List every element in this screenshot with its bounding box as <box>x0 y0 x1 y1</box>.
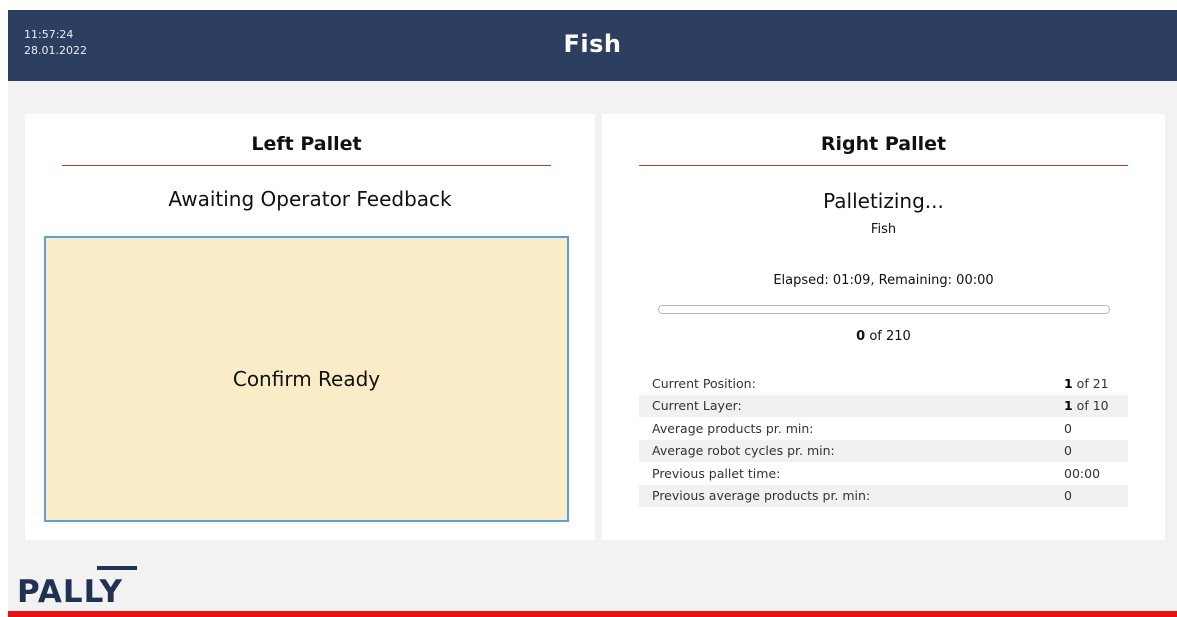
stat-label: Current Layer: <box>652 398 742 414</box>
stat-label: Average robot cycles pr. min: <box>652 443 835 459</box>
stat-row: Current Layer: 1 of 10 <box>639 394 1128 417</box>
header-bar: 11:57:24 28.01.2022 Fish <box>8 10 1177 81</box>
stat-value: 1 of 21 <box>1064 375 1109 391</box>
count-done: 0 <box>856 329 866 344</box>
stat-label: Current Position: <box>652 375 756 391</box>
product-name: Fish <box>870 222 897 237</box>
stat-label: Previous average products pr. min: <box>652 488 871 504</box>
stats-table: Current Position: 1 of 21 Current Layer:… <box>639 372 1128 507</box>
stat-value: 0 <box>1064 488 1072 504</box>
stat-value: 1 of 10 <box>1064 398 1109 414</box>
stat-row: Previous average products pr. min: 0 <box>639 484 1128 507</box>
right-pallet-status: Palletizing... <box>823 189 944 213</box>
stat-label: Previous pallet time: <box>652 465 781 481</box>
pally-logo: PALLY <box>19 566 137 607</box>
page-title: Fish <box>563 30 622 58</box>
right-pallet-panel: Right Pallet Palletizing... Fish Elapsed… <box>602 114 1165 540</box>
left-pallet-panel: Left Pallet Awaiting Operator Feedback C… <box>25 114 595 540</box>
left-pallet-title: Left Pallet <box>251 133 362 155</box>
stat-label: Average products pr. min: <box>652 420 814 436</box>
stat-value: 00:00 <box>1064 465 1101 481</box>
stat-row: Current Position: 1 of 21 <box>639 372 1128 395</box>
stat-row: Average robot cycles pr. min: 0 <box>639 439 1128 462</box>
left-pallet-status: Awaiting Operator Feedback <box>168 187 452 211</box>
stat-row: Previous pallet time: 00:00 <box>639 462 1128 485</box>
confirm-ready-label: Confirm Ready <box>232 367 381 391</box>
count-total: of 210 <box>865 329 911 344</box>
title-divider <box>62 165 551 166</box>
right-pallet-title: Right Pallet <box>820 133 947 155</box>
product-count: 0 of 210 <box>602 329 1165 344</box>
stat-value: 0 <box>1064 420 1072 436</box>
stat-value: 0 <box>1064 443 1072 459</box>
timing-text: Elapsed: 01:09, Remaining: 00:00 <box>773 273 994 288</box>
title-divider <box>639 165 1128 166</box>
accent-line <box>8 611 1177 617</box>
svg-text:PALLY: PALLY <box>19 574 123 607</box>
confirm-ready-button[interactable]: Confirm Ready <box>44 236 569 522</box>
main-content: Left Pallet Awaiting Operator Feedback C… <box>8 81 1177 611</box>
stat-row: Average products pr. min: 0 <box>639 417 1128 440</box>
progress-bar <box>658 305 1110 314</box>
